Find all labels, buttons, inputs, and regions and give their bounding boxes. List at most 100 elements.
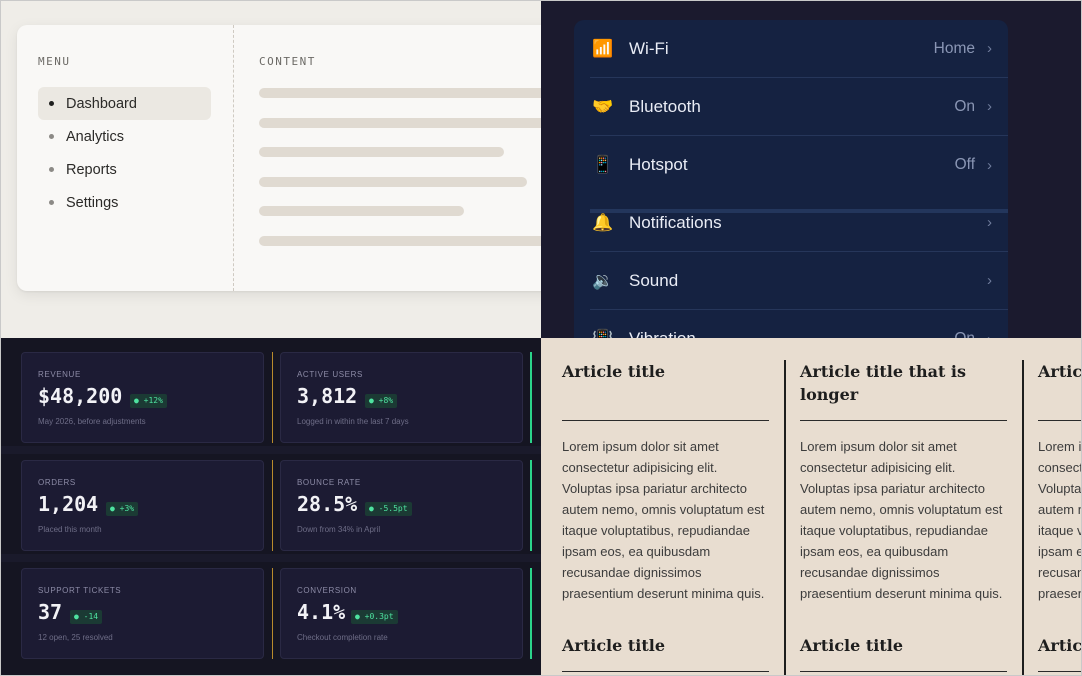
- menu-list: Dashboard Analytics Reports Settings: [38, 87, 211, 219]
- settings-list: 📶 Wi-Fi Home › 🤝 Bluetooth On › 📱 Hotspo…: [574, 20, 1008, 338]
- article-title[interactable]: Article title that is longer: [800, 360, 1007, 406]
- stat-description: Checkout completion rate: [297, 633, 388, 642]
- delta-text: +12%: [143, 396, 163, 405]
- settings-row-label: Wi-Fi: [629, 38, 669, 58]
- article-title[interactable]: Article title: [562, 360, 769, 383]
- title-rule: [562, 420, 769, 421]
- settings-row-label: Sound: [629, 270, 679, 290]
- stat-description: Down from 34% in April: [297, 525, 381, 534]
- article-body: Lorem ipsum dolor sit amet consectetur a…: [1038, 439, 1081, 601]
- column-rule: [784, 360, 786, 675]
- stat-value: 28.5%: [297, 492, 358, 516]
- stat-value: 4.1%: [297, 600, 346, 624]
- next-article-title[interactable]: Article title: [1038, 636, 1081, 655]
- menu-card: MENU Dashboard Analytics Reports Setting…: [17, 25, 541, 291]
- stat-card-support-tickets[interactable]: SUPPORT TICKETS 37 ● -14 12 open, 25 res…: [21, 568, 264, 659]
- stat-value: 3,812: [297, 384, 358, 408]
- stat-label: ORDERS: [38, 478, 76, 487]
- chevron-right-icon: ›: [987, 214, 992, 231]
- bell-icon: 🔔: [592, 212, 614, 232]
- menu-item-label: Settings: [66, 194, 119, 211]
- wifi-icon: 📶: [592, 38, 614, 58]
- article-column: Article title that is longer Lorem ipsum…: [800, 338, 1007, 675]
- settings-row-value: On: [954, 97, 975, 115]
- content-column: CONTENT: [259, 25, 541, 291]
- settings-row-notifications[interactable]: 🔔 Notifications ›: [590, 194, 1008, 252]
- settings-row-label: Hotspot: [629, 155, 688, 174]
- delta-badge: ● +8%: [365, 394, 398, 408]
- delta-text: -14: [83, 612, 99, 621]
- row-separator: [1, 446, 541, 454]
- delta-badge: ● +3%: [106, 502, 139, 516]
- menu-item-reports[interactable]: Reports: [38, 153, 211, 186]
- settings-row-value: Off: [954, 156, 975, 173]
- menu-item-analytics[interactable]: Analytics: [38, 120, 211, 153]
- stat-label: CONVERSION: [297, 586, 357, 595]
- title-rule: [1038, 420, 1081, 421]
- content-heading: CONTENT: [259, 55, 316, 68]
- chevron-right-icon: ›: [987, 40, 992, 57]
- accent-line: [530, 460, 532, 551]
- stat-card-bounce-rate[interactable]: BOUNCE RATE 28.5% ● -5.5pt Down from 34%…: [280, 460, 523, 551]
- title-rule: [800, 671, 1007, 672]
- delta-badge: ● -5.5pt: [365, 502, 412, 516]
- delta-text: +0.3pt: [364, 612, 394, 621]
- settings-row-value: On: [954, 330, 975, 338]
- title-rule: [1038, 671, 1081, 672]
- settings-row-sound[interactable]: 🔉 Sound ›: [590, 252, 1008, 310]
- stat-description: Logged in within the last 7 days: [297, 417, 409, 426]
- accent-line: [530, 568, 532, 659]
- delta-text: +8%: [378, 396, 394, 405]
- stat-card-orders[interactable]: ORDERS 1,204 ● +3% Placed this month: [21, 460, 264, 551]
- settings-row-bluetooth[interactable]: 🤝 Bluetooth On ›: [590, 78, 1008, 136]
- stat-card-conversion[interactable]: CONVERSION 4.1% ● +0.3pt Checkout comple…: [280, 568, 523, 659]
- accent-line: [272, 460, 273, 551]
- settings-row-label: Bluetooth: [629, 96, 701, 116]
- row-separator: [1, 554, 541, 562]
- article-column: Article title Lorem ipsum dolor sit amet…: [562, 338, 769, 675]
- stat-label: BOUNCE RATE: [297, 478, 361, 487]
- skeleton-line: [259, 147, 504, 157]
- chevron-right-icon: ›: [987, 272, 992, 289]
- menu-item-settings[interactable]: Settings: [38, 186, 211, 219]
- chevron-right-icon: ›: [987, 156, 992, 174]
- stat-card-active-users[interactable]: ACTIVE USERS 3,812 ● +8% Logged in withi…: [280, 352, 523, 443]
- skeleton-line: [259, 88, 541, 98]
- stats-grid: REVENUE $48,200 ● +12% May 2026, before …: [1, 338, 541, 675]
- settings-row-label: Vibration: [629, 329, 954, 338]
- settings-row-value: Home: [933, 39, 975, 57]
- stat-description: Placed this month: [38, 525, 102, 534]
- delta-badge: ● +0.3pt: [351, 610, 398, 624]
- delta-text: +3%: [119, 504, 135, 513]
- delta-badge: ● -14: [70, 610, 103, 624]
- bluetooth-icon: 🤝: [592, 96, 614, 116]
- settings-row-vibration[interactable]: 📳 Vibration On ›: [590, 310, 1008, 338]
- stat-label: SUPPORT TICKETS: [38, 586, 122, 595]
- article-title[interactable]: Article title: [1038, 360, 1081, 383]
- bullet-icon: [49, 167, 54, 172]
- stat-description: May 2026, before adjustments: [38, 417, 146, 426]
- title-rule: [800, 420, 1007, 421]
- stat-value: 37: [38, 600, 63, 624]
- settings-row-wifi[interactable]: 📶 Wi-Fi Home ›: [590, 20, 1008, 78]
- chevron-right-icon: ›: [987, 98, 992, 115]
- menu-column: MENU Dashboard Analytics Reports Setting…: [17, 25, 233, 291]
- skeleton-line: [259, 177, 527, 187]
- settings-row-hotspot[interactable]: 📱 Hotspot Off ›: [590, 136, 1008, 194]
- article-body: Lorem ipsum dolor sit amet consectetur a…: [800, 439, 1003, 601]
- vibration-icon: 📳: [592, 329, 614, 338]
- next-article-title[interactable]: Article title: [800, 636, 903, 655]
- bullet-icon: [49, 101, 54, 106]
- bullet-icon: [49, 134, 54, 139]
- skeleton-line: [259, 236, 541, 246]
- skeleton-line: [259, 206, 464, 216]
- stat-label: ACTIVE USERS: [297, 370, 363, 379]
- accent-line: [530, 352, 532, 443]
- menu-item-label: Dashboard: [66, 95, 137, 112]
- dashed-divider: [233, 25, 234, 291]
- menu-item-dashboard[interactable]: Dashboard: [38, 87, 211, 120]
- accent-line: [272, 568, 273, 659]
- next-article-title[interactable]: Article title: [562, 636, 665, 655]
- title-rule: [562, 671, 769, 672]
- stat-card-revenue[interactable]: REVENUE $48,200 ● +12% May 2026, before …: [21, 352, 264, 443]
